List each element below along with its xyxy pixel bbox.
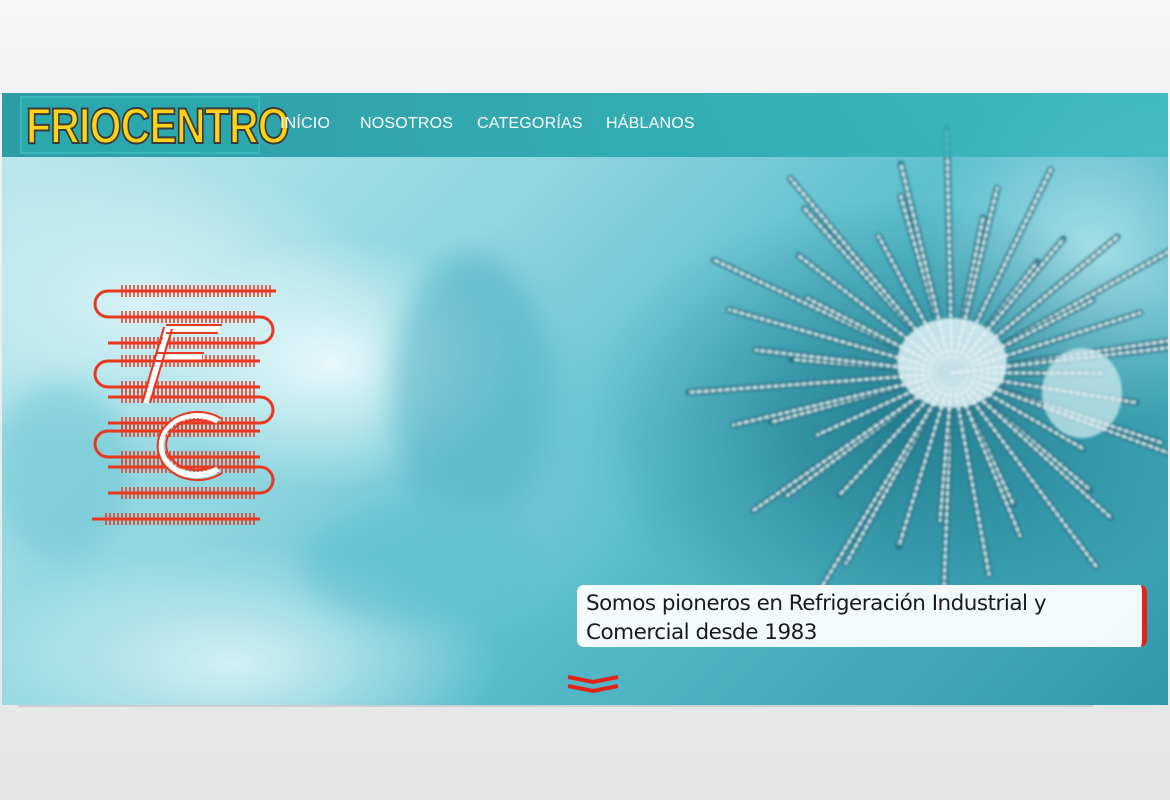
divider: [18, 705, 1093, 707]
hero-tagline-box: Somos pioneros en Refrigeración Industri…: [577, 585, 1147, 647]
nav-item-categorias[interactable]: CATEGORÍAS: [477, 115, 583, 133]
brand-name: FRIOCENTRO: [25, 97, 290, 155]
hero-tagline: Somos pioneros en Refrigeración Industri…: [586, 591, 1047, 645]
fc-monogram-coil-icon: [92, 285, 276, 525]
brand-logo[interactable]: FRIOCENTRO: [20, 96, 290, 155]
chevron-down-icon[interactable]: [566, 673, 620, 697]
page-canvas: FRIOCENTRO INÍCIO NOSOTROS CATEGORÍAS HÁ…: [0, 0, 1170, 800]
nav-item-hablanos[interactable]: HÁBLANOS: [606, 115, 695, 133]
nav-item-nosotros[interactable]: NOSOTROS: [360, 115, 453, 133]
top-navigation-bar: FRIOCENTRO INÍCIO NOSOTROS CATEGORÍAS HÁ…: [2, 93, 1168, 157]
nav-item-inicio[interactable]: INÍCIO: [280, 115, 330, 133]
website-screenshot: FRIOCENTRO INÍCIO NOSOTROS CATEGORÍAS HÁ…: [2, 93, 1168, 705]
